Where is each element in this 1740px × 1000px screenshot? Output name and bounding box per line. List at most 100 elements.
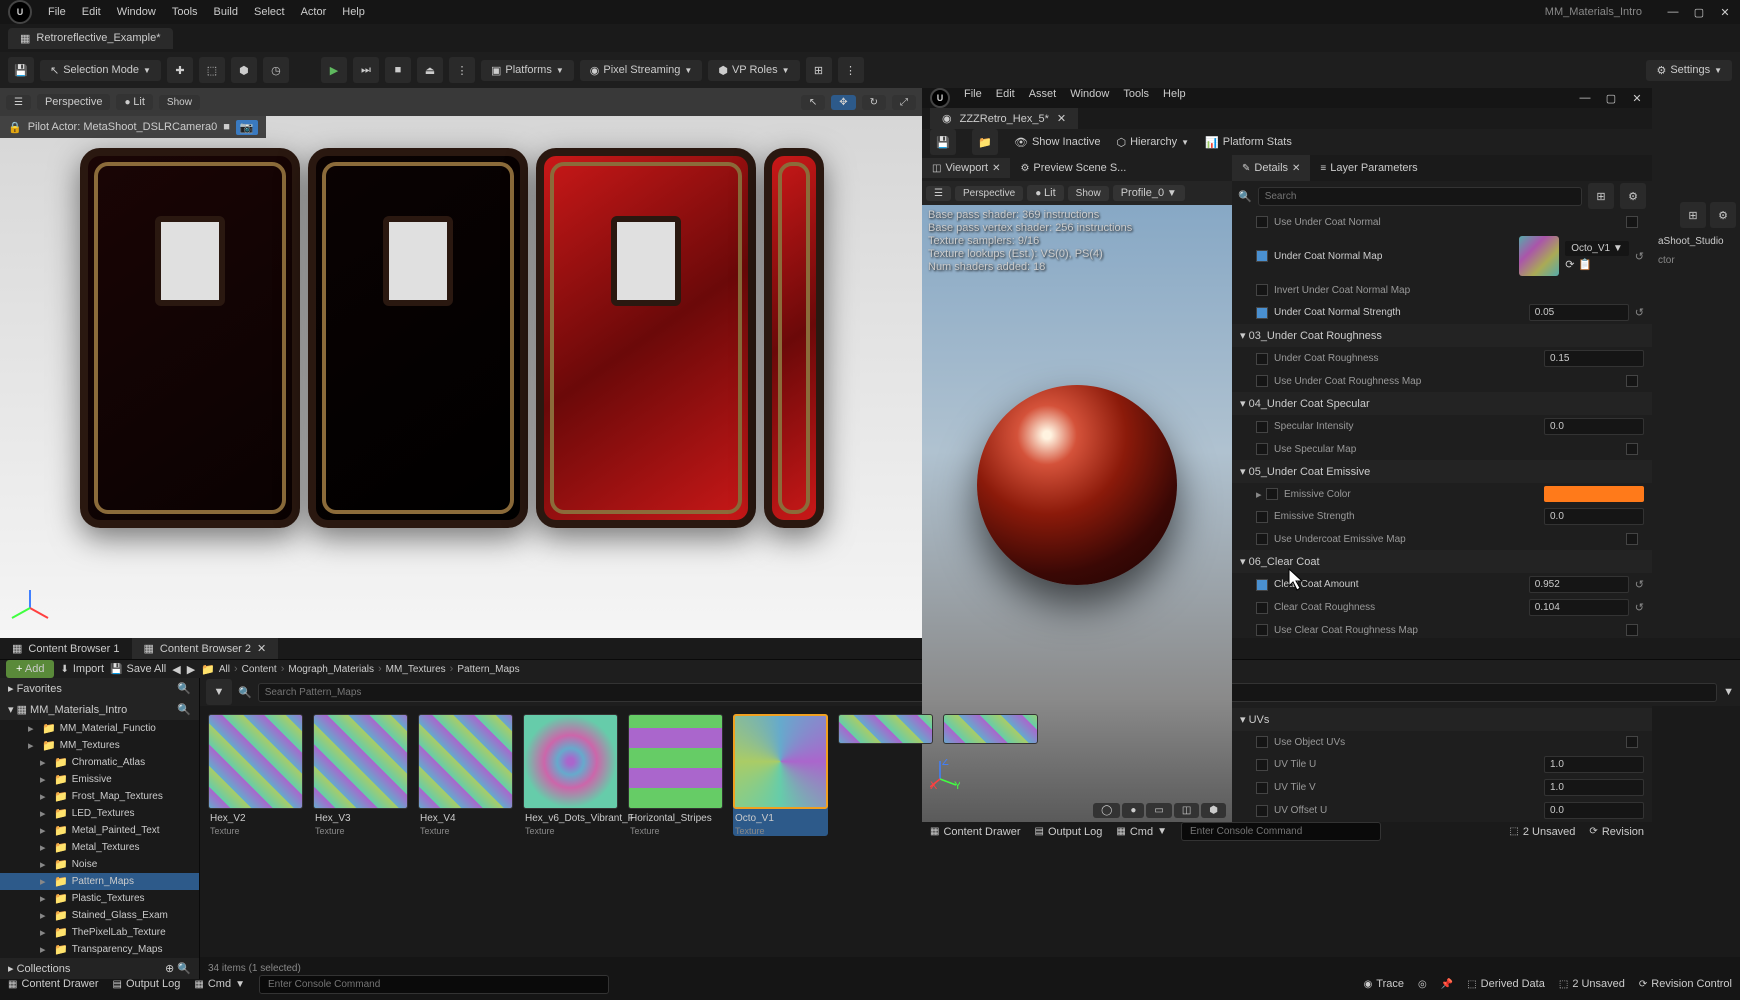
cb-tab-1[interactable]: ▦ Content Browser 1 [0, 638, 132, 659]
asset-tile[interactable]: Hex_V2Texture [208, 714, 303, 836]
section-header[interactable]: ▾ 04_Under Coat Specular [1232, 392, 1652, 415]
bottom-pin-icon[interactable]: 📌 [1441, 978, 1453, 990]
filter-icon[interactable]: ▼ [206, 679, 232, 705]
param-checkbox[interactable] [1256, 250, 1268, 262]
param-checkbox[interactable] [1266, 488, 1278, 500]
menu-select[interactable]: Select [254, 6, 285, 18]
me-tab-close-icon[interactable]: ✕ [1057, 112, 1066, 125]
vp-select-icon[interactable]: ↖ [801, 95, 825, 110]
me-maximize[interactable]: ▢ [1604, 92, 1618, 105]
cb-source-tree[interactable]: ▸ Favorites🔍 ▾ ▦ MM_Materials_Intro🔍 ▸📁 … [0, 678, 200, 979]
param-checkbox[interactable] [1256, 216, 1268, 228]
tree-item[interactable]: ▸📁 Plastic_Textures [0, 890, 199, 907]
bottom-cmd[interactable]: ▦ Cmd ▼ [194, 978, 245, 990]
me-menu-file[interactable]: File [964, 88, 982, 108]
param-bool[interactable] [1626, 533, 1638, 545]
param-checkbox[interactable] [1256, 284, 1268, 296]
detail-row[interactable]: Specular Intensity [1232, 415, 1652, 438]
bc-content[interactable]: Content [242, 664, 277, 675]
cb-tab-2[interactable]: ▦ Content Browser 2 ✕ [132, 638, 279, 659]
me-layer-tab[interactable]: ≡ Layer Parameters [1310, 155, 1427, 181]
add-content-icon[interactable]: ✚ [167, 57, 193, 83]
menu-tools[interactable]: Tools [172, 6, 198, 18]
tree-item[interactable]: ▸📁 Metal_Painted_Text [0, 822, 199, 839]
asset-tile[interactable]: Hex_V3Texture [313, 714, 408, 836]
platforms-button[interactable]: ▣Platforms▼ [481, 60, 574, 81]
show-inactive-toggle[interactable]: 👁Show Inactive [1014, 136, 1100, 149]
param-checkbox[interactable] [1256, 353, 1268, 365]
capture-icon[interactable]: ⊞ [806, 57, 832, 83]
detail-row[interactable]: Under Coat Roughness [1232, 347, 1652, 370]
det-view-icon[interactable]: ⊞ [1588, 183, 1614, 209]
me-vp-profile[interactable]: Profile_0 ▼ [1113, 185, 1185, 201]
me-vp-show[interactable]: Show [1068, 186, 1109, 201]
texture-thumb[interactable] [1519, 236, 1559, 276]
param-value-input[interactable] [1529, 304, 1629, 321]
tree-item[interactable]: ▸📁 Stained_Glass_Exam [0, 907, 199, 924]
detail-row[interactable]: Use Specular Map [1232, 438, 1652, 460]
vp-roles-button[interactable]: ⬢VP Roles▼ [708, 60, 799, 81]
outliner-opt2-icon[interactable]: ⚙ [1710, 202, 1736, 228]
me-viewport-tab[interactable]: ◫ Viewport ✕ [922, 158, 1010, 178]
me-details-tab[interactable]: ✎ Details ✕ [1232, 155, 1310, 181]
param-checkbox[interactable] [1256, 511, 1268, 523]
axis-gizmo[interactable] [10, 588, 50, 628]
tree-item[interactable]: ▸📁 Frost_Map_Textures [0, 788, 199, 805]
me-tab[interactable]: ◉ ZZZRetro_Hex_5* ✕ [930, 108, 1078, 129]
main-viewport[interactable]: ☰ Perspective ● Lit Show ↖ ✥ ↻ ⤢ 🔒 Pilot… [0, 88, 922, 638]
param-checkbox[interactable] [1256, 579, 1268, 591]
favorites-header[interactable]: ▸ Favorites🔍 [0, 678, 199, 699]
more2-icon[interactable]: ⋮ [838, 57, 864, 83]
param-value-input[interactable] [1529, 599, 1629, 616]
settings-button[interactable]: ⚙Settings▼ [1646, 60, 1732, 81]
param-checkbox[interactable] [1256, 443, 1268, 455]
cb-back-icon[interactable]: ◀ [172, 663, 180, 676]
me-axis-gizmo[interactable]: ZYX [930, 759, 960, 792]
vp-scale-icon[interactable]: ⤢ [892, 95, 916, 110]
asset-tile[interactable]: Octo_V1Texture [733, 714, 828, 836]
param-checkbox[interactable] [1256, 375, 1268, 387]
detail-row[interactable]: Under Coat Normal Strength↺ [1232, 301, 1652, 324]
reset-icon[interactable]: ↺ [1635, 306, 1644, 319]
me-vp-perspective[interactable]: Perspective [955, 186, 1023, 201]
detail-row[interactable]: Emissive Strength [1232, 505, 1652, 528]
me-menu-help[interactable]: Help [1163, 88, 1186, 108]
tree-item[interactable]: ▸📁 Pattern_Maps [0, 873, 199, 890]
asset-tile[interactable] [838, 714, 933, 836]
blueprint-icon[interactable]: ⬢ [231, 57, 257, 83]
param-checkbox[interactable] [1256, 624, 1268, 636]
menu-actor[interactable]: Actor [301, 6, 327, 18]
detail-row-texture[interactable]: Under Coat Normal MapOcto_V1 ▼⟳📋↺ [1232, 233, 1652, 279]
outliner-item[interactable]: aShoot_Studio [1652, 232, 1740, 251]
bc-all[interactable]: All [219, 664, 230, 675]
param-bool[interactable] [1626, 443, 1638, 455]
me-minimize[interactable]: — [1578, 92, 1592, 105]
fav-search-icon[interactable]: 🔍 [177, 682, 191, 695]
details-search-input[interactable] [1258, 187, 1582, 206]
close-button[interactable]: ✕ [1718, 6, 1732, 19]
pixel-streaming-button[interactable]: ◉Pixel Streaming▼ [580, 60, 703, 81]
detail-row[interactable]: Use Undercoat Emissive Map [1232, 528, 1652, 550]
asset-thumb[interactable] [943, 714, 1038, 744]
param-checkbox[interactable] [1256, 307, 1268, 319]
detail-row[interactable]: ▸Emissive Color [1232, 483, 1652, 505]
viewport-scene[interactable] [0, 88, 922, 638]
expand-icon[interactable]: ▸ [1256, 488, 1266, 501]
stop-pilot-icon[interactable]: ■ [223, 121, 230, 133]
me-save-icon[interactable]: 💾 [930, 129, 956, 155]
menu-build[interactable]: Build [214, 6, 238, 18]
outliner-opt1-icon[interactable]: ⊞ [1680, 202, 1706, 228]
vp-rotate-icon[interactable]: ↻ [862, 95, 886, 110]
param-value-input[interactable] [1529, 576, 1629, 593]
camera-icon[interactable]: 📷 [236, 120, 258, 135]
me-menu-tools[interactable]: Tools [1123, 88, 1149, 108]
param-bool[interactable] [1626, 624, 1638, 636]
cb-import-button[interactable]: ⬇ Import [60, 663, 104, 675]
bottom-console-input[interactable] [259, 975, 609, 994]
asset-tile[interactable]: Hex_v6_Dots_Vibrant_FTexture [523, 714, 618, 836]
bottom-content-drawer[interactable]: ▦ Content Drawer [8, 978, 99, 990]
asset-grid[interactable]: Hex_V2TextureHex_V3TextureHex_V4TextureH… [200, 706, 1740, 957]
detail-row[interactable]: Clear Coat Roughness↺ [1232, 596, 1652, 619]
bottom-trace2-icon[interactable]: ◎ [1418, 978, 1427, 990]
step-icon[interactable]: ⏭ [353, 57, 379, 83]
